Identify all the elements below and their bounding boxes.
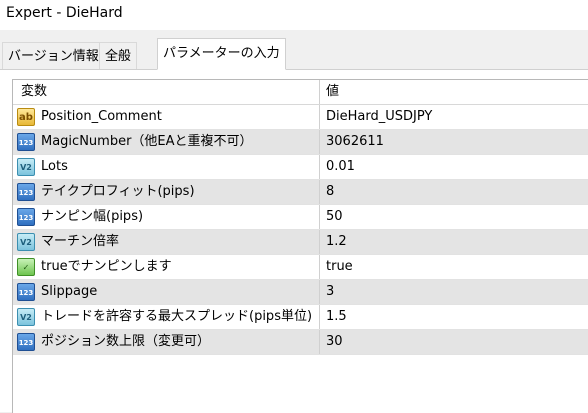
cell-divider (319, 180, 320, 204)
parameter-row[interactable]: ab Position_Comment DieHard_USDJPY (13, 105, 588, 130)
integer-type-icon: 123 (17, 183, 35, 201)
parameter-value[interactable]: 1.2 (326, 230, 347, 254)
parameter-value[interactable]: 8 (326, 180, 334, 204)
double-type-icon: V2 (17, 308, 35, 326)
parameter-name: Position_Comment (41, 109, 162, 124)
parameter-value[interactable]: 50 (326, 205, 343, 229)
window-title: Expert - DieHard (6, 5, 123, 21)
integer-type-icon: 123 (17, 208, 35, 226)
cell-divider (319, 305, 320, 329)
cell-divider (319, 130, 320, 154)
parameter-value[interactable]: 0.01 (326, 155, 355, 179)
column-header-variable[interactable]: 変数 (21, 80, 47, 104)
grid-header: 変数 値 (13, 80, 588, 105)
integer-type-icon: 123 (17, 133, 35, 151)
column-header-value[interactable]: 値 (326, 80, 339, 104)
parameter-row[interactable]: V2 マーチン倍率 1.2 (13, 230, 588, 255)
parameter-name: ポジション数上限（変更可） (41, 334, 211, 349)
cell-divider (319, 330, 320, 354)
parameter-row[interactable]: 123 MagicNumber（他EAと重複不可） 3062611 (13, 130, 588, 155)
parameter-row[interactable]: 123 Slippage 3 (13, 280, 588, 305)
parameters-grid: 変数 値 ab Position_Comment DieHard_USDJPY 123… (12, 79, 588, 413)
tab-bar: バージョン情報 全般 パラメーターの入力 (0, 38, 588, 70)
parameter-name: マーチン倍率 (41, 234, 120, 249)
cell-divider (319, 205, 320, 229)
parameter-value[interactable]: DieHard_USDJPY (326, 105, 432, 129)
double-type-icon: V2 (17, 233, 35, 251)
parameter-value[interactable]: 30 (326, 330, 343, 354)
parameter-row[interactable]: V2 トレードを許容する最大スプレッド(pips単位) 1.5 (13, 305, 588, 330)
parameter-name: ナンピン幅(pips) (41, 209, 144, 224)
tab-input-parameters[interactable]: パラメーターの入力 (157, 38, 286, 70)
parameter-value[interactable]: true (326, 255, 353, 279)
parameter-name: Lots (41, 159, 68, 174)
parameter-row[interactable]: ✓ trueでナンピンします true (13, 255, 588, 280)
parameter-row[interactable]: 123 ナンピン幅(pips) 50 (13, 205, 588, 230)
parameter-name: trueでナンピンします (41, 259, 172, 274)
column-divider[interactable] (319, 80, 320, 104)
cell-divider (319, 105, 320, 129)
title-bar[interactable]: Expert - DieHard (0, 0, 588, 30)
integer-type-icon: 123 (17, 333, 35, 351)
parameter-name: トレードを許容する最大スプレッド(pips単位) (41, 309, 313, 324)
cell-divider (319, 230, 320, 254)
cell-divider (319, 255, 320, 279)
double-type-icon: V2 (17, 158, 35, 176)
bool-type-icon: ✓ (17, 258, 35, 276)
string-type-icon: ab (17, 108, 35, 126)
parameter-value[interactable]: 3062611 (326, 130, 384, 154)
parameter-value[interactable]: 3 (326, 280, 334, 304)
parameter-name: テイクプロフィット(pips) (41, 184, 195, 199)
expert-properties-window: Expert - DieHard バージョン情報 全般 パラメーターの入力 変数… (0, 0, 588, 413)
parameter-name: MagicNumber（他EAと重複不可） (41, 134, 253, 149)
integer-type-icon: 123 (17, 283, 35, 301)
tab-general[interactable]: 全般 (99, 42, 138, 69)
parameter-row[interactable]: V2 Lots 0.01 (13, 155, 588, 180)
tab-version-info[interactable]: バージョン情報 (2, 42, 105, 69)
parameter-name: Slippage (41, 284, 98, 299)
parameter-row[interactable]: 123 ポジション数上限（変更可） 30 (13, 330, 588, 355)
parameter-row[interactable]: 123 テイクプロフィット(pips) 8 (13, 180, 588, 205)
parameter-value[interactable]: 1.5 (326, 305, 347, 329)
cell-divider (319, 155, 320, 179)
cell-divider (319, 280, 320, 304)
parameters-panel: 変数 値 ab Position_Comment DieHard_USDJPY 123… (0, 69, 588, 413)
